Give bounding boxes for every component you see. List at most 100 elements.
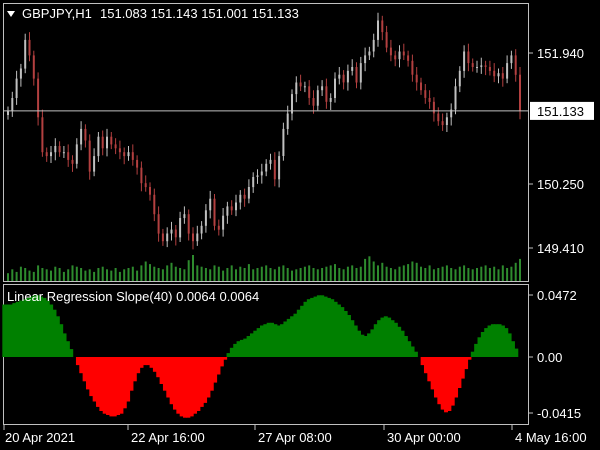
candle-body [127, 152, 130, 157]
candle-body [441, 121, 444, 126]
candle-body [351, 67, 354, 71]
candle-body [179, 218, 182, 238]
candle-body [398, 51, 401, 60]
volume-bar [437, 268, 440, 281]
volume-bar [355, 268, 358, 281]
candle-body [88, 140, 91, 172]
volume-bar [394, 269, 397, 281]
volume-bar [510, 266, 513, 281]
volume-bar [299, 268, 302, 281]
candle-body [471, 63, 474, 67]
volume-bar [484, 265, 487, 281]
time-tick-label: 30 Apr 00:00 [387, 430, 461, 445]
candle-body [157, 214, 160, 234]
candle-body [32, 55, 35, 79]
candle-body [183, 214, 186, 219]
candle-body [454, 86, 457, 110]
volume-bar [222, 270, 225, 281]
candle-body [28, 39, 31, 56]
volume-bar [351, 265, 354, 281]
candle-body [196, 233, 199, 242]
volume-bar [230, 265, 233, 281]
candle-body [497, 73, 500, 77]
candle-body [166, 233, 169, 242]
candle-body [131, 152, 134, 160]
volume-bar [170, 262, 173, 281]
volume-bar [153, 266, 156, 281]
volume-bar [338, 268, 341, 281]
indicator-tick-label: -0.0415 [537, 406, 581, 421]
candle-body [260, 171, 263, 176]
volume-bar [37, 265, 40, 281]
candle-body [230, 206, 233, 211]
candle-body [364, 55, 367, 64]
volume-bar [334, 264, 336, 281]
candle-body [286, 113, 289, 129]
volume-bar [463, 265, 466, 281]
mt4-chart-window[interactable]: GBPJPY,H1 151.083 151.143 151.001 151.13… [0, 0, 600, 450]
volume-bar [402, 265, 405, 281]
volume-bar [377, 265, 379, 281]
volume-bar [88, 269, 91, 281]
indicator-title: Linear Regression Slope(40) 0.0064 0.006… [7, 289, 259, 304]
candle-body [187, 214, 190, 234]
candle-body [174, 229, 177, 238]
candle-body [329, 98, 332, 102]
candle-body [123, 152, 126, 157]
volume-bar [11, 269, 14, 281]
candle-body [80, 128, 83, 145]
price-tick: 151.940 [528, 46, 584, 61]
candle-body [144, 183, 147, 188]
volume-bar [149, 264, 151, 281]
volume-bar [140, 265, 143, 281]
volume-bar [282, 265, 285, 281]
volume-bar [101, 266, 104, 281]
volume-bar [19, 266, 22, 281]
price-tick-label: 151.940 [537, 46, 584, 61]
volume-bar [110, 270, 113, 281]
volume-bar [71, 265, 74, 281]
volume-bar [183, 269, 186, 281]
volume-bar [15, 271, 18, 281]
candle-body [510, 55, 513, 64]
volume-bar [67, 269, 70, 281]
volume-bar [488, 268, 491, 281]
candle-body [209, 198, 212, 211]
candle-body [519, 74, 521, 112]
candle-body [411, 60, 414, 75]
volume-bar [342, 269, 345, 281]
candle-body [299, 82, 302, 87]
volume-bar [106, 269, 108, 281]
candle-body [295, 82, 298, 95]
volume-bar [321, 268, 324, 281]
volume-bar [24, 268, 27, 281]
candle-body [420, 82, 422, 91]
volume-bar [131, 266, 134, 281]
volume-bar [428, 265, 431, 281]
candle-body [346, 70, 349, 83]
candle-body [308, 86, 311, 98]
candle-body [334, 78, 336, 98]
volume-bar [432, 269, 435, 281]
ohlc-readout: 151.083 151.143 151.001 151.133 [100, 6, 299, 21]
candle-body [217, 225, 220, 230]
candle-body [467, 51, 470, 64]
volume-bar [166, 265, 169, 281]
candle-body [54, 146, 57, 153]
candle-body [222, 215, 225, 230]
candle-body [247, 187, 250, 199]
volume-bar [346, 266, 349, 281]
candle-body [355, 67, 358, 83]
volume-bar [385, 266, 388, 281]
candle-body [252, 177, 255, 188]
volume-bar [278, 266, 281, 281]
candle-body [41, 117, 44, 153]
candle-body [437, 113, 440, 122]
volume-bar [97, 268, 100, 281]
candle-body [97, 136, 100, 157]
time-tick-label: 4 May 16:00 [515, 430, 587, 445]
volume-bar [256, 268, 259, 281]
volume-bar [252, 269, 255, 281]
volume-bar [204, 268, 207, 281]
candle-body [118, 148, 121, 153]
